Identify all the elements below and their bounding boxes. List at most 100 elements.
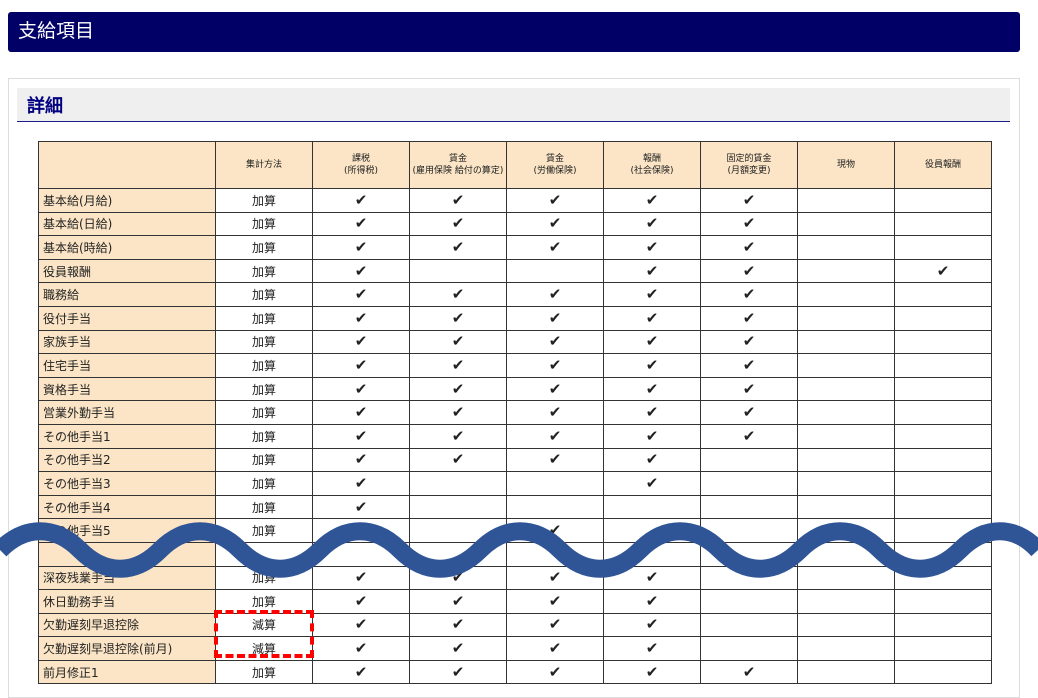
checkmark-icon: ✔	[354, 450, 368, 469]
check-cell: ✔	[312, 518, 410, 543]
column-header: 課税 (所得税)	[312, 141, 410, 189]
check-cell: ✔	[603, 447, 701, 473]
checkmark-icon: ✔	[354, 591, 368, 610]
check-cell	[797, 518, 895, 543]
checkmark-icon: ✔	[645, 568, 659, 587]
check-cell: ✔	[312, 494, 410, 520]
check-cell: ✔	[409, 612, 507, 638]
row-label: 欠勤遅刻早退控除	[38, 612, 216, 638]
checkmark-icon: ✔	[354, 497, 368, 516]
check-cell: ✔	[506, 305, 604, 331]
check-cell: ✔	[409, 400, 507, 425]
check-cell	[797, 282, 895, 307]
check-cell	[894, 353, 992, 378]
check-cell: ✔	[700, 211, 798, 237]
aggregation-method: 加算	[215, 376, 313, 402]
row-label: その他手当5	[38, 518, 216, 543]
check-cell: ✔	[312, 353, 410, 378]
checkmark-icon: ✔	[645, 355, 659, 374]
checkmark-icon: ✔	[548, 285, 562, 304]
checkmark-icon: ✔	[548, 662, 562, 681]
checkmark-icon: ✔	[354, 285, 368, 304]
table-row: 役員報酬 加算 ✔ ✔ ✔ ✔	[38, 258, 992, 284]
check-cell	[894, 329, 992, 355]
table-row: 営業外勤手当 加算 ✔ ✔ ✔ ✔ ✔	[38, 400, 992, 425]
row-label: 職務給	[38, 282, 216, 307]
table-row: その他手当5 加算 ✔ ✔	[38, 518, 992, 543]
check-cell	[700, 471, 798, 496]
check-cell: ✔	[312, 305, 410, 331]
check-cell	[894, 305, 992, 331]
check-cell: ✔	[506, 589, 604, 614]
check-cell: ✔	[603, 400, 701, 425]
check-cell	[797, 636, 895, 661]
row-label: その他手当4	[38, 494, 216, 520]
checkmark-icon: ✔	[645, 332, 659, 351]
aggregation-method: 加算	[215, 305, 313, 331]
checkmark-icon: ✔	[742, 379, 756, 398]
check-cell: ✔	[409, 423, 507, 449]
checkmark-icon: ✔	[742, 261, 756, 280]
check-cell	[506, 494, 604, 520]
check-cell: ✔	[700, 423, 798, 449]
aggregation-method: 加算	[215, 353, 313, 378]
checkmark-icon: ✔	[742, 190, 756, 209]
aggregation-method: 加算	[215, 329, 313, 355]
check-cell	[894, 541, 992, 567]
checkmark-icon: ✔	[742, 662, 756, 681]
check-cell	[797, 258, 895, 284]
check-cell	[797, 400, 895, 425]
check-cell: ✔	[312, 329, 410, 355]
checkmark-icon: ✔	[548, 403, 562, 422]
check-cell	[894, 494, 992, 520]
check-cell	[700, 518, 798, 543]
checkmark-icon: ✔	[354, 662, 368, 681]
check-cell: ✔	[603, 329, 701, 355]
checkmark-icon: ✔	[645, 237, 659, 256]
aggregation-method: 加算	[215, 188, 313, 213]
aggregation-method: 加算	[215, 494, 313, 520]
check-cell	[797, 447, 895, 473]
check-cell: ✔	[506, 376, 604, 402]
checkmark-icon: ✔	[645, 426, 659, 445]
check-cell: ✔	[603, 471, 701, 496]
check-cell	[409, 258, 507, 284]
checkmark-icon: ✔	[548, 190, 562, 209]
aggregation-method: 加算	[215, 659, 313, 685]
table-row: 役付手当 加算 ✔ ✔ ✔ ✔ ✔	[38, 305, 992, 331]
row-label: 基本給(日給)	[38, 211, 216, 237]
check-cell: ✔	[409, 329, 507, 355]
pay-items-table: 集計方法 課税 (所得税) 賃金 (雇用保険 給付の算定) 賃金 (労働保険) 報酬 (…	[38, 141, 992, 685]
page-title-bar: 支給項目	[8, 12, 1020, 52]
row-label: その他手当3	[38, 471, 216, 496]
check-cell: ✔	[603, 282, 701, 307]
checkmark-icon: ✔	[354, 214, 368, 233]
check-cell	[506, 471, 604, 496]
checkmark-icon: ✔	[451, 639, 465, 658]
check-cell: ✔	[409, 353, 507, 378]
check-cell	[506, 258, 604, 284]
check-cell	[797, 376, 895, 402]
check-cell: ✔	[409, 447, 507, 473]
table-row: その他手当2 加算 ✔ ✔ ✔ ✔	[38, 447, 992, 473]
check-cell: ✔	[506, 353, 604, 378]
checkmark-icon: ✔	[548, 332, 562, 351]
row-label: 営業外勤手当	[38, 400, 216, 425]
check-cell: ✔	[603, 659, 701, 685]
checkmark-icon: ✔	[548, 308, 562, 327]
check-cell: ✔	[603, 423, 701, 449]
check-cell	[603, 541, 701, 567]
check-cell: ✔	[409, 235, 507, 260]
row-label: 休日勤務手当	[38, 589, 216, 614]
row-label: 役員報酬	[38, 258, 216, 284]
check-cell: ✔	[312, 400, 410, 425]
check-cell: ✔	[700, 258, 798, 284]
checkmark-icon: ✔	[742, 332, 756, 351]
check-cell: ✔	[603, 636, 701, 661]
check-cell	[894, 471, 992, 496]
check-cell: ✔	[506, 423, 604, 449]
check-cell: ✔	[603, 211, 701, 237]
checkmark-icon: ✔	[742, 237, 756, 256]
checkmark-icon: ✔	[451, 332, 465, 351]
check-cell	[797, 353, 895, 378]
